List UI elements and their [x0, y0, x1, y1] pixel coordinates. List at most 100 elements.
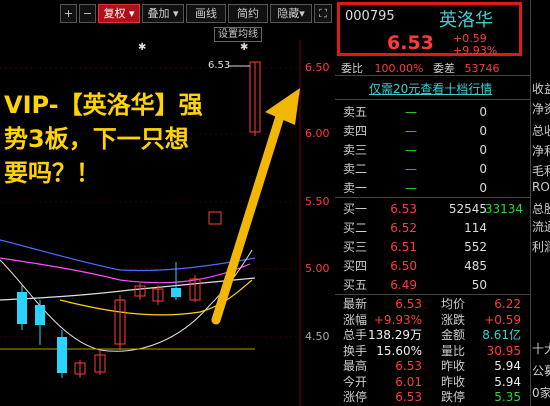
- stat-label: 涨跌: [441, 312, 466, 327]
- stat-value: +0.59: [484, 312, 521, 327]
- stat-value: 5.94: [494, 374, 521, 389]
- stat-row: 总手 138.29万 金额 8.61亿: [341, 327, 527, 343]
- candle: [57, 337, 67, 373]
- bid-volume: 552: [464, 240, 487, 254]
- bid-row[interactable]: 买二 6.52 114: [341, 219, 527, 238]
- bid-label: 买三: [343, 240, 368, 254]
- bid-volume: 114: [464, 221, 487, 235]
- finance-item-label: ROE: [532, 180, 550, 194]
- change-pct: +9.93%: [453, 44, 498, 57]
- bid-price: 6.52: [390, 221, 417, 235]
- stat-value: 138.29万: [368, 328, 422, 342]
- candle: [17, 292, 27, 324]
- marker-star: ✱: [240, 42, 248, 53]
- marker-star: ✱: [138, 42, 146, 53]
- overlay-line: VIP-【英洛华】强: [4, 91, 203, 119]
- stat-row: 最高 6.53 昨收 5.94: [341, 358, 527, 374]
- bid-row[interactable]: 买五 6.49 50: [341, 276, 527, 295]
- ask-label: 卖四: [343, 124, 368, 138]
- finance-item-label: 流通: [532, 220, 550, 234]
- stat-label: 今开: [343, 374, 368, 389]
- ask-price: —: [405, 162, 417, 176]
- finance-item-label: 净资: [532, 102, 550, 116]
- high-price-label: 6.53: [208, 60, 231, 71]
- stat-row: 涨幅 +9.93% 涨跌 +0.59: [341, 312, 527, 328]
- bid-volume: 50: [471, 278, 487, 292]
- stat-row: 今开 6.01 昨收 5.94: [341, 374, 527, 390]
- stat-value: 5.94: [494, 359, 521, 373]
- last-price: 6.53: [387, 32, 434, 54]
- arrow-graphic: [211, 88, 300, 325]
- stat-row: 涨停 6.53 跌停 5.35: [341, 389, 527, 405]
- stat-value: 6.53: [395, 390, 422, 404]
- ask-price: —: [405, 181, 417, 195]
- weibi-row: 委比 100.00% 委差 53746: [341, 60, 526, 73]
- finance-item-label: 总股: [532, 202, 550, 216]
- stat-value: 6.53: [395, 297, 422, 311]
- axis-label: 6.50: [305, 61, 330, 74]
- bid-row[interactable]: 买一 6.53 52545 33134: [341, 200, 527, 219]
- ask-label: 卖五: [343, 105, 368, 119]
- weicha-label: 委差: [432, 62, 455, 73]
- finance-item-label: 利润: [532, 240, 550, 254]
- bid-label: 买一: [343, 202, 368, 216]
- ask-row[interactable]: 卖四 — 0: [341, 122, 527, 141]
- stat-label: 量比: [441, 343, 466, 358]
- upgrade-link[interactable]: 仅需20元查看十档行情: [369, 80, 492, 97]
- bid-extra: 33134: [484, 202, 523, 216]
- ask-price: —: [405, 105, 417, 119]
- stat-label: 昨收: [441, 359, 466, 373]
- stat-label: 金额: [441, 328, 466, 342]
- stat-label: 换手: [343, 343, 368, 358]
- stat-value: 5.35: [494, 390, 521, 404]
- axis-label: 5.50: [305, 195, 330, 208]
- stat-label: 总手: [343, 328, 368, 342]
- ma-line-white2: [0, 249, 253, 352]
- ask-label: 卖二: [343, 162, 368, 176]
- finance-item-label: 公募: [532, 364, 550, 378]
- bid-price: 6.49: [390, 278, 417, 292]
- stat-value: 6.22: [494, 297, 521, 311]
- kline-chart[interactable]: + − 复权 ▾ 叠加 ▾ 画线 简约 隐藏▾ ⛶ 设置均线 ✱ ✱ 6.50 …: [0, 0, 335, 406]
- overlay-line: 势3板，下一只想: [4, 125, 189, 153]
- stat-label: 涨停: [343, 390, 368, 404]
- ask-row[interactable]: 卖三 — 0: [341, 141, 527, 160]
- ask-volume: 0: [479, 143, 487, 157]
- stat-value: +9.93%: [373, 312, 422, 327]
- stat-row: 最新 6.53 均价 6.22: [341, 296, 527, 312]
- stock-code: 000795: [345, 9, 395, 24]
- stat-label: 最高: [343, 359, 368, 373]
- finance-item-label: 总收: [532, 124, 550, 138]
- ask-volume: 0: [479, 124, 487, 138]
- ask-row[interactable]: 卖二 — 0: [341, 160, 527, 179]
- kline-svg: ✱ ✱: [0, 40, 301, 406]
- weibi-label: 委比: [341, 62, 363, 73]
- ask-price: —: [405, 143, 417, 157]
- stat-label: 最新: [343, 297, 368, 311]
- weicha-value: 53746: [464, 62, 500, 73]
- bid-price: 6.53: [390, 202, 417, 216]
- ask-price: —: [405, 124, 417, 138]
- stock-name[interactable]: 英洛华: [439, 6, 493, 32]
- bid-label: 买四: [343, 259, 368, 273]
- bid-row[interactable]: 买三 6.51 552: [341, 238, 527, 257]
- ask-row[interactable]: 卖五 — 0: [341, 103, 527, 122]
- stat-value: 6.01: [395, 374, 422, 389]
- stat-value: 8.61亿: [482, 328, 521, 342]
- finance-item-label: 十大: [532, 342, 550, 356]
- stat-value: 15.60%: [376, 343, 422, 358]
- axis-label: 4.50: [305, 330, 330, 343]
- stat-label: 涨幅: [343, 312, 368, 327]
- ask-volume: 0: [479, 162, 487, 176]
- stat-value: 30.95: [486, 343, 521, 358]
- ask-volume: 0: [479, 181, 487, 195]
- finance-side-panel: 收益净资总收净利毛利 ROE 总股流通利润十大公募 0家: [530, 0, 550, 406]
- bid-price: 6.51: [390, 240, 417, 254]
- ask-row[interactable]: 卖一 — 0: [341, 179, 527, 198]
- stat-value: 6.53: [395, 359, 422, 373]
- bid-row[interactable]: 买四 6.50 485: [341, 257, 527, 276]
- stat-label: 均价: [441, 297, 466, 311]
- stat-row: 换手 15.60% 量比 30.95: [341, 343, 527, 359]
- finance-item-label: 毛利: [532, 164, 550, 178]
- weibi-value: 100.00%: [374, 62, 424, 73]
